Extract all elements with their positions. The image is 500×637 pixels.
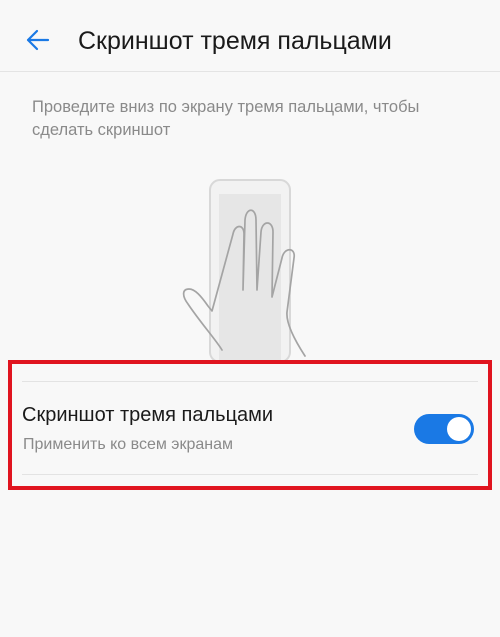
setting-title: Скриншот тремя пальцами bbox=[22, 404, 274, 426]
app-bar: Скриншот тремя пальцами bbox=[0, 0, 500, 72]
row-divider-bottom bbox=[22, 474, 478, 475]
setting-subtitle: Применить ко всем экранам bbox=[23, 436, 233, 453]
three-finger-screenshot-setting[interactable]: Скриншот тремя пальцами Применить ко все… bbox=[22, 394, 478, 466]
page-title: Скриншот тремя пальцами bbox=[78, 27, 392, 55]
header-divider bbox=[0, 71, 500, 72]
three-finger-swipe-illustration bbox=[182, 179, 306, 363]
instruction-text: Проведите вниз по экрану тремя пальцами,… bbox=[32, 98, 420, 139]
back-button[interactable] bbox=[16, 20, 60, 60]
gesture-illustration bbox=[170, 172, 330, 363]
toggle-knob bbox=[447, 417, 471, 441]
three-finger-screenshot-toggle[interactable] bbox=[414, 414, 474, 444]
arrow-left-icon bbox=[26, 29, 50, 51]
row-divider-top bbox=[22, 381, 478, 382]
